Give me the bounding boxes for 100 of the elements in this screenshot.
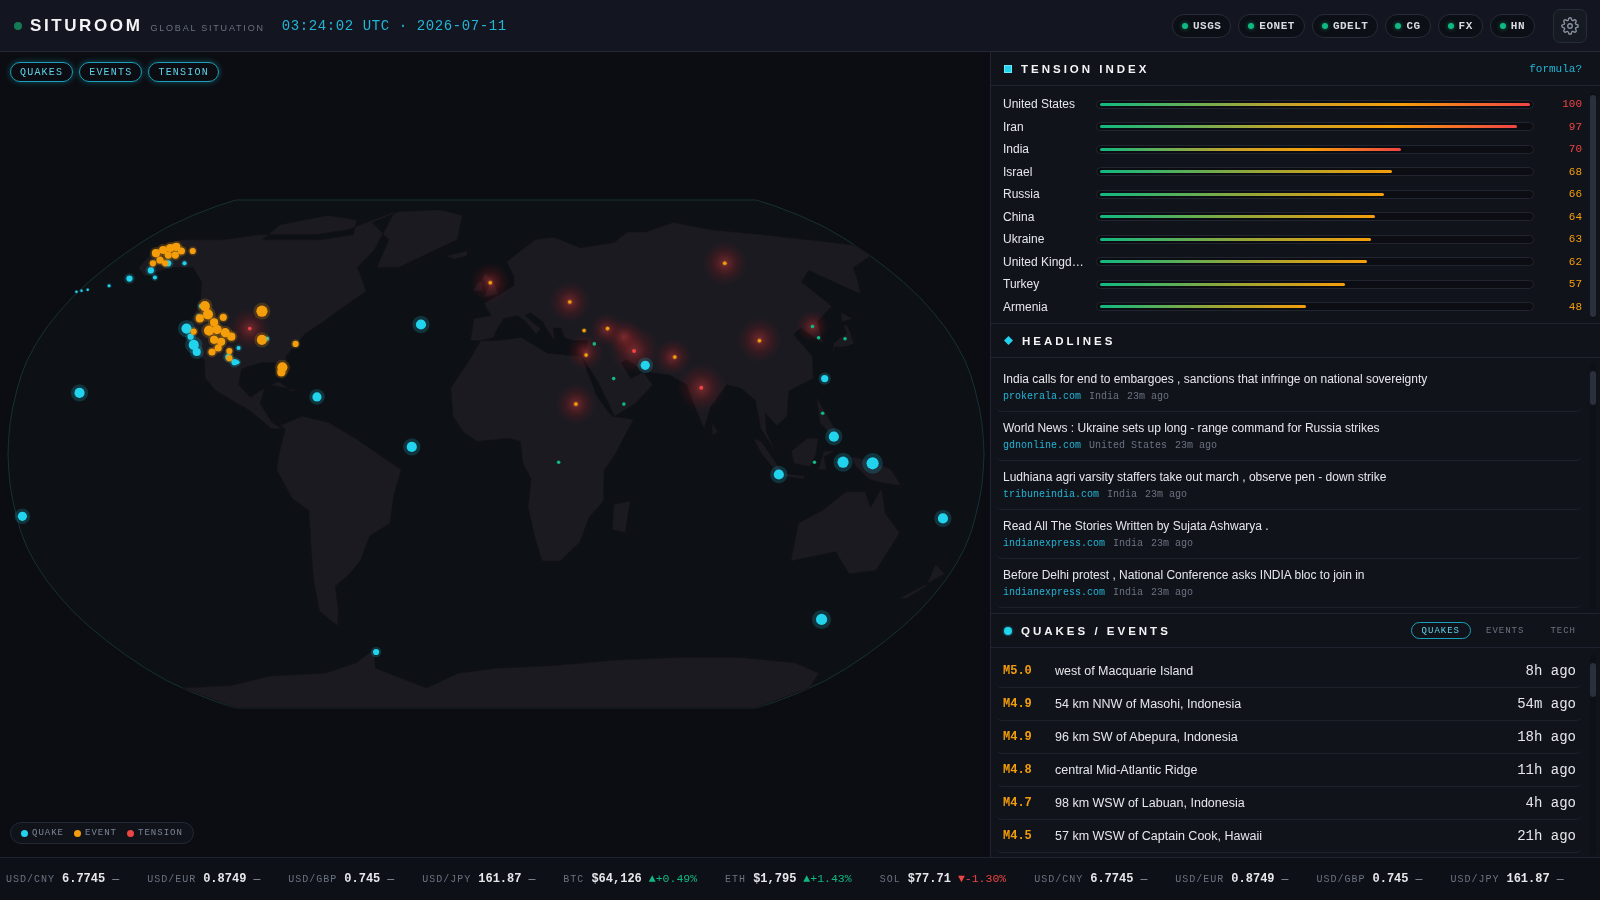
diamond-icon <box>1004 336 1013 345</box>
ticker-change: ▼-1.30% <box>957 872 1007 885</box>
legend-label: QUAKE <box>32 828 64 838</box>
country-name: Israel <box>1003 164 1034 179</box>
quake-row[interactable]: M4.7 98 km WSW of Labuan, Indonesia 4h ago <box>996 787 1582 820</box>
ticker-symbol: USD/CNY <box>6 874 55 885</box>
ticker-change: — <box>387 872 395 885</box>
ticker-change: — <box>528 872 536 885</box>
quake-row[interactable]: M5.0 west of Macquarie Island 8h ago <box>996 655 1582 688</box>
feed-tab[interactable]: EVENTS <box>1475 622 1536 639</box>
tension-score: 62 <box>1567 255 1582 268</box>
quake-time: 18h ago <box>1517 729 1576 745</box>
ticker-price: $64,126 <box>591 872 642 886</box>
magnitude-text: M4.7 <box>1003 796 1033 810</box>
panel-title: HEADLINES <box>1022 334 1116 347</box>
headline-title: Read All The Stories Written by Sujata Ashwarya . <box>1003 518 1270 535</box>
magnitude-text: M4.9 <box>1003 697 1033 711</box>
panel-title: QUAKES / EVENTS <box>1021 624 1171 637</box>
magnitude-text: M4.5 <box>1003 829 1033 843</box>
headline-item[interactable]: India calls for end to embargoes , sanctions that infringe on national sovereignty prokerala.com India 23m ago <box>996 363 1582 412</box>
headline-title: India calls for end to embargoes , sanctions that infringe on national sovereignty <box>1003 371 1429 388</box>
legend-label: EVENT <box>85 828 118 838</box>
ticker-price: 0.8749 <box>203 872 247 886</box>
scrollbar[interactable] <box>1590 93 1596 319</box>
magnitude-text: M4.8 <box>1003 763 1033 777</box>
ticker-change: — <box>1556 872 1564 885</box>
magnitude-text: M4.9 <box>1003 730 1033 744</box>
ticker-change: — <box>1140 872 1148 885</box>
ticker-price: 6.7745 <box>1090 872 1134 886</box>
square-icon <box>1004 64 1012 73</box>
ticker-symbol: USD/JPY <box>1450 874 1500 885</box>
quake-place: 98 km WSW of Labuan, Indonesia <box>1055 796 1245 810</box>
tension-score: 100 <box>1561 98 1582 111</box>
country-name: Turkey <box>1003 277 1041 292</box>
quake-time: 8h ago <box>1525 663 1576 679</box>
ticker-change: — <box>1281 872 1289 885</box>
headline-time: 23m ago <box>1145 488 1188 502</box>
feed-status-button[interactable]: EONET <box>1238 13 1305 38</box>
headline-country: India <box>1113 537 1144 551</box>
dot-icon <box>1004 626 1012 635</box>
headline-item[interactable]: Ludhiana agri varsity staffers take out march , observe pen - down strike tribuneindia.com India 23m ago <box>996 461 1582 510</box>
country-name: Russia <box>1003 187 1041 202</box>
source-link[interactable]: tribuneindia.com <box>1003 488 1099 502</box>
quake-row[interactable]: M4.5 57 km WSW of Captain Cook, Hawaii 21h ago <box>996 820 1582 853</box>
ticker-symbol: USD/EUR <box>147 874 197 885</box>
headline-country: India <box>1113 586 1144 600</box>
headline-time: 23m ago <box>1151 537 1194 551</box>
scrollbar[interactable] <box>1590 655 1596 855</box>
headline-title: Before Delhi protest , National Conference asks INDIA bloc to join in <box>1003 567 1366 584</box>
source-link[interactable]: prokerala.com <box>1003 390 1081 404</box>
legend-label: TENSION <box>138 828 183 838</box>
headline-country: India <box>1107 488 1138 502</box>
magnitude-text: M5.0 <box>1003 664 1033 678</box>
feed-status-button[interactable]: USGS <box>1171 13 1232 38</box>
headline-item[interactable]: Before Delhi protest , National Conference asks INDIA bloc to join in indianexpress.com India 23m ago <box>996 559 1582 608</box>
clock-text: 03:24:02 UTC · 2026-07-11 <box>281 17 507 34</box>
settings-button[interactable] <box>1553 8 1587 43</box>
formula-link[interactable]: formula? <box>1529 62 1582 75</box>
ticker-price: 161.87 <box>1506 872 1550 886</box>
quake-time: 21h ago <box>1517 828 1576 844</box>
tension-score: 68 <box>1567 165 1582 178</box>
quake-row[interactable]: M4.8 central Mid-Atlantic Ridge 11h ago <box>996 754 1582 787</box>
headline-item[interactable]: World News : Ukraine sets up long - range command for Russia strikes gdnonline.com United States 23m ago <box>996 412 1582 461</box>
source-link[interactable]: indianexpress.com <box>1003 537 1106 551</box>
ticker-change: — <box>1415 872 1423 885</box>
country-name: Ukraine <box>1003 232 1046 247</box>
quake-row[interactable]: M4.9 54 km NNW of Masohi, Indonesia 54m ago <box>996 688 1582 721</box>
source-link[interactable]: indianexpress.com <box>1003 586 1106 600</box>
ticker-change: — <box>112 872 120 885</box>
quake-row[interactable]: M4.9 96 km SW of Abepura, Indonesia 18h ago <box>996 721 1582 754</box>
quake-place: central Mid-Atlantic Ridge <box>1055 763 1198 777</box>
country-name: India <box>1003 142 1031 157</box>
app-subtitle: GLOBAL SITUATION <box>150 23 265 33</box>
tension-score: 70 <box>1567 143 1582 156</box>
feed-status-button[interactable]: GDELT <box>1311 13 1379 38</box>
quake-place: 57 km WSW of Captain Cook, Hawaii <box>1055 829 1262 843</box>
ticker-price: 0.8749 <box>1231 872 1275 886</box>
ticker-symbol: ETH <box>725 874 747 885</box>
country-name: Iran <box>1003 119 1025 134</box>
feed-tab[interactable]: TECH <box>1539 622 1587 639</box>
feed-status-button[interactable]: FX <box>1437 13 1483 38</box>
scrollbar[interactable] <box>1590 363 1596 609</box>
tension-score: 63 <box>1567 233 1582 246</box>
tension-score: 97 <box>1567 120 1582 133</box>
source-link[interactable]: gdnonline.com <box>1003 439 1081 453</box>
quake-place: 96 km SW of Abepura, Indonesia <box>1055 730 1238 744</box>
tension-score: 48 <box>1567 300 1582 313</box>
headline-item[interactable]: Read All The Stories Written by Sujata Ashwarya . indianexpress.com India 23m ago <box>996 510 1582 559</box>
quake-place: 54 km NNW of Masohi, Indonesia <box>1055 697 1242 711</box>
quake-time: 54m ago <box>1517 696 1576 712</box>
feed-status-button[interactable]: HN <box>1489 13 1535 38</box>
headline-country: United States <box>1089 439 1168 453</box>
ticker-symbol: USD/CNY <box>1034 874 1084 885</box>
feed-status-button[interactable]: CG <box>1385 13 1431 38</box>
quake-place: west of Macquarie Island <box>1055 664 1194 678</box>
ticker-price: 161.87 <box>478 872 522 886</box>
ticker-price: 6.7745 <box>62 872 106 886</box>
ticker-price: $77.71 <box>907 872 951 886</box>
tension-score: 57 <box>1567 278 1582 291</box>
ticker-symbol: USD/GBP <box>288 874 338 885</box>
